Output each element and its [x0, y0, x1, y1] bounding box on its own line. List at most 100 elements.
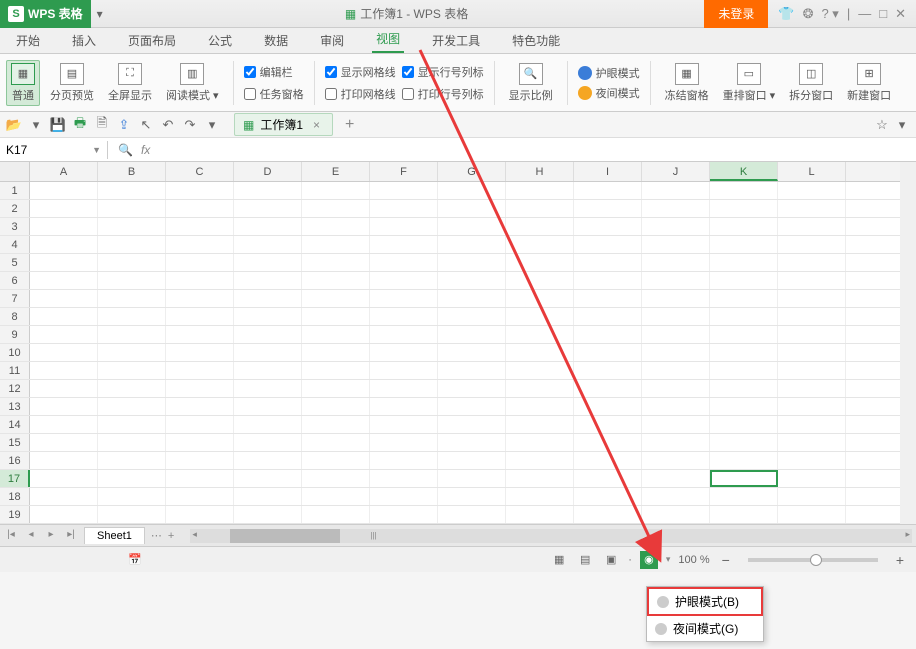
row-header[interactable]: 5 [0, 254, 30, 271]
cell[interactable] [234, 434, 302, 451]
minimize-icon[interactable]: — [858, 6, 871, 21]
more-icon[interactable]: ▾ [894, 117, 910, 133]
zoom-in-button[interactable]: + [892, 552, 908, 568]
cell[interactable] [710, 272, 778, 289]
print-headers-checkbox[interactable]: 打印行号列标 [402, 86, 484, 102]
cell[interactable] [710, 434, 778, 451]
cell[interactable] [166, 398, 234, 415]
cell[interactable] [234, 488, 302, 505]
row-header[interactable]: 18 [0, 488, 30, 505]
cell[interactable] [642, 290, 710, 307]
scrollbar-thumb[interactable] [230, 529, 340, 543]
col-header[interactable]: E [302, 162, 370, 181]
zoom-slider[interactable] [748, 558, 878, 562]
cell[interactable] [642, 452, 710, 469]
row-header[interactable]: 12 [0, 380, 30, 397]
cell[interactable] [234, 254, 302, 271]
cell[interactable] [370, 488, 438, 505]
col-header-selected[interactable]: K [710, 162, 778, 181]
cell[interactable] [302, 380, 370, 397]
cell[interactable] [710, 488, 778, 505]
cell[interactable] [642, 236, 710, 253]
cell[interactable] [710, 200, 778, 217]
cell[interactable] [778, 344, 846, 361]
cell[interactable] [642, 470, 710, 487]
cell[interactable] [166, 344, 234, 361]
sheet-nav-next-icon[interactable]: ▸ [44, 529, 58, 543]
cell[interactable] [574, 506, 642, 523]
cell[interactable] [506, 344, 574, 361]
cell[interactable] [166, 452, 234, 469]
cell[interactable] [302, 362, 370, 379]
cell[interactable] [778, 254, 846, 271]
cell[interactable] [778, 506, 846, 523]
cell[interactable] [438, 506, 506, 523]
cell[interactable] [370, 380, 438, 397]
cell[interactable] [574, 416, 642, 433]
cell[interactable] [642, 272, 710, 289]
popup-eye-mode[interactable]: 护眼模式(B) [647, 587, 763, 616]
cell[interactable] [778, 380, 846, 397]
cell[interactable] [30, 290, 98, 307]
cell[interactable] [710, 416, 778, 433]
cell[interactable] [642, 308, 710, 325]
open-icon[interactable]: 📂 [6, 117, 22, 133]
fullscreen-button[interactable]: ⛶ 全屏显示 [104, 61, 156, 105]
calendar-icon[interactable]: 📅 [128, 553, 142, 566]
cell[interactable] [506, 434, 574, 451]
cell[interactable] [98, 488, 166, 505]
cell[interactable] [30, 182, 98, 199]
cell[interactable] [166, 200, 234, 217]
cell[interactable] [302, 308, 370, 325]
cell[interactable] [778, 308, 846, 325]
sheet-tab[interactable]: Sheet1 [84, 527, 145, 544]
arrange-windows-button[interactable]: ▭ 重排窗口 ▾ [719, 61, 780, 105]
cell[interactable] [98, 236, 166, 253]
cell[interactable] [778, 470, 846, 487]
cell[interactable] [234, 452, 302, 469]
cell[interactable] [438, 452, 506, 469]
cell[interactable] [642, 398, 710, 415]
row-header[interactable]: 6 [0, 272, 30, 289]
cell[interactable] [574, 362, 642, 379]
view-grid-icon[interactable]: ▦ [550, 551, 568, 569]
row-header[interactable]: 4 [0, 236, 30, 253]
cell[interactable] [506, 272, 574, 289]
show-grid-checkbox[interactable]: 显示网格线 [325, 64, 396, 80]
cell[interactable] [778, 488, 846, 505]
cell[interactable] [370, 326, 438, 343]
cell[interactable] [98, 290, 166, 307]
col-header[interactable]: J [642, 162, 710, 181]
cell[interactable] [370, 362, 438, 379]
cell[interactable] [506, 488, 574, 505]
cell[interactable] [302, 452, 370, 469]
cell[interactable] [166, 254, 234, 271]
cell[interactable] [642, 362, 710, 379]
cell[interactable] [302, 470, 370, 487]
cell[interactable] [778, 398, 846, 415]
cell[interactable] [302, 236, 370, 253]
cell[interactable] [30, 416, 98, 433]
view-page-icon[interactable]: ▤ [576, 551, 594, 569]
cell[interactable] [438, 236, 506, 253]
sheet-nav-first-icon[interactable]: |◂ [4, 529, 18, 543]
cell[interactable] [710, 398, 778, 415]
cell[interactable] [302, 218, 370, 235]
tab-formula[interactable]: 公式 [204, 28, 236, 53]
cell[interactable] [30, 272, 98, 289]
cell[interactable] [642, 218, 710, 235]
doc-tab-close-icon[interactable]: × [309, 118, 324, 132]
cell[interactable] [166, 272, 234, 289]
help-icon[interactable]: ? ▾ [821, 6, 838, 22]
cell[interactable] [506, 416, 574, 433]
cell[interactable] [438, 470, 506, 487]
cell[interactable] [642, 254, 710, 271]
col-header[interactable]: H [506, 162, 574, 181]
cell[interactable] [574, 290, 642, 307]
cell[interactable] [438, 326, 506, 343]
cell[interactable] [30, 218, 98, 235]
cell[interactable] [642, 326, 710, 343]
tab-view[interactable]: 视图 [372, 26, 404, 53]
cell[interactable] [370, 506, 438, 523]
cell[interactable] [234, 326, 302, 343]
